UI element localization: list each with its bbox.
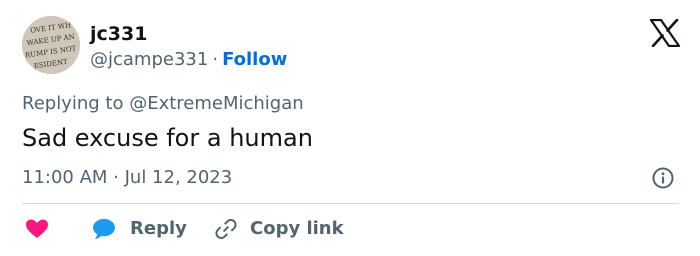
divider (22, 203, 679, 204)
reply-button[interactable]: Reply (92, 214, 187, 244)
avatar-image: OVE IT WH WAKE UP AN RUMP IS NOT ESIDENT (22, 16, 80, 74)
like-button[interactable] (24, 214, 50, 244)
info-icon[interactable] (651, 166, 675, 190)
separator-dot: · (212, 49, 219, 70)
replying-prefix: Replying to (22, 93, 130, 114)
tweet-header: OVE IT WH WAKE UP AN RUMP IS NOT ESIDENT… (22, 14, 682, 74)
copy-link-button[interactable]: Copy link (214, 214, 344, 244)
link-icon (215, 218, 237, 240)
speech-bubble-icon (93, 219, 115, 239)
tweet-timestamp[interactable]: 11:00 AM · Jul 12, 2023 (22, 166, 232, 190)
mention-link[interactable]: @ExtremeMichigan (129, 93, 303, 114)
author-display-name[interactable]: jc331 (90, 22, 147, 46)
author-handle-line: @jcampe331 · Follow (90, 48, 287, 72)
copy-link-label: Copy link (250, 218, 344, 239)
tweet-text: Sad excuse for a human (22, 124, 313, 152)
author-handle[interactable]: @jcampe331 (90, 49, 208, 70)
heart-icon (26, 219, 48, 238)
follow-button[interactable]: Follow (222, 49, 287, 70)
action-bar: Reply Copy link (22, 214, 682, 244)
reply-label: Reply (130, 218, 187, 239)
replying-to: Replying to @ExtremeMichigan (22, 92, 304, 116)
x-logo-icon[interactable] (649, 18, 681, 48)
avatar[interactable]: OVE IT WH WAKE UP AN RUMP IS NOT ESIDENT (22, 16, 80, 74)
